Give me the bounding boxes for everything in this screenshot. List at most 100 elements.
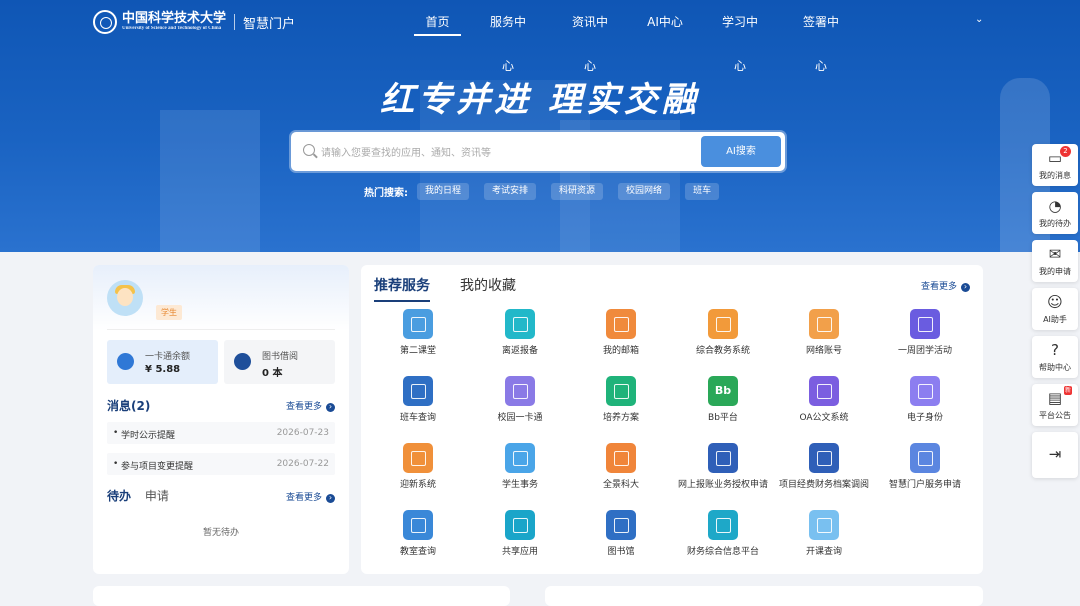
robot-icon: ☺ (1047, 293, 1063, 311)
service-icon (910, 309, 940, 339)
role-badge: 学生 (156, 305, 182, 320)
services-more-link[interactable]: 查看更多 (921, 279, 970, 292)
campus-card-balance[interactable]: 一卡通余额 ¥ 5.88 (107, 340, 218, 384)
service-item[interactable]: 项目经费财务档案调阅 (774, 443, 874, 491)
sidebar-ai-assistant[interactable]: ☺ AI助手 (1032, 288, 1078, 330)
help-icon: ? (1051, 341, 1059, 359)
service-item[interactable]: 培养方案 (571, 376, 671, 424)
service-item[interactable]: 学生事务 (470, 443, 570, 491)
book-icon (234, 353, 251, 370)
todo-more-link[interactable]: 查看更多 (286, 490, 335, 503)
service-item[interactable]: 网上报账业务授权申请 (673, 443, 773, 491)
service-item[interactable]: 图书馆 (571, 510, 671, 558)
menu-signing-center[interactable]: 签署中心 (798, 0, 844, 73)
service-item[interactable]: 网络账号 (774, 309, 874, 357)
message-date: 2026-07-22 (276, 459, 329, 469)
menu-service-center[interactable]: 服务中心 (485, 0, 531, 73)
service-name: 财务综合信息平台 (686, 547, 759, 557)
chat-icon: ▭ (1047, 149, 1063, 167)
hot-search-label: 热门搜索: (364, 188, 408, 199)
hot-search: 热门搜索: 我的日程 考试安排 科研资源 校园网络 班车 (364, 183, 734, 200)
message-title: 学时公示提醒 (113, 428, 175, 441)
menu-news-center[interactable]: 资讯中心 (567, 0, 613, 73)
service-name: 学生事务 (501, 480, 538, 490)
service-name: Bb平台 (708, 413, 738, 423)
service-name: 一周团学活动 (897, 346, 952, 356)
ai-search-button[interactable]: AI搜索 (701, 136, 781, 167)
building-silhouette (160, 110, 260, 252)
menu-ai-center[interactable]: AI中心 (647, 0, 683, 44)
service-item[interactable]: 财务综合信息平台 (673, 510, 773, 558)
service-name: 网络账号 (805, 346, 842, 356)
messages-more-link[interactable]: 查看更多 (286, 399, 335, 412)
collapse-icon: ⇥ (1048, 445, 1062, 463)
sidebar-announcements[interactable]: ▤ 新 平台公告 (1032, 384, 1078, 426)
service-name: 共享应用 (501, 547, 538, 557)
service-item[interactable]: 智慧门户服务申请 (875, 443, 975, 491)
service-item[interactable]: 综合教务系统 (673, 309, 773, 357)
service-item[interactable]: 共享应用 (470, 510, 570, 558)
service-item[interactable]: 班车查询 (368, 376, 468, 424)
service-icon (606, 443, 636, 473)
service-icon (403, 309, 433, 339)
service-item[interactable]: Bb Bb平台 (673, 376, 773, 424)
sidebar-help-center[interactable]: ? 帮助中心 (1032, 336, 1078, 378)
service-icon: Bb (708, 376, 738, 406)
library-borrow[interactable]: 图书借阅 0 本 (224, 340, 335, 384)
hot-tag[interactable]: 班车 (685, 183, 720, 200)
service-icon (910, 443, 940, 473)
service-item[interactable]: 全景科大 (571, 443, 671, 491)
service-item[interactable]: 开课查询 (774, 510, 874, 558)
service-icon (606, 309, 636, 339)
tab-todo[interactable]: 待办 (107, 489, 131, 503)
avatar[interactable] (107, 280, 143, 316)
search-bar: 请输入您要查找的应用、通知、资讯等 AI搜索 (291, 132, 785, 171)
sidebar-collapse-button[interactable]: ⇥ (1032, 432, 1078, 478)
message-title: 参与项目变更提醒 (113, 459, 193, 472)
service-item[interactable]: 离返报备 (470, 309, 570, 357)
hot-tag[interactable]: 科研资源 (551, 183, 604, 200)
service-name: 项目经费财务档案调阅 (778, 480, 869, 490)
service-icon (505, 309, 535, 339)
sidebar-my-messages[interactable]: ▭ 2 我的消息 (1032, 144, 1078, 186)
todo-icon: ◔ (1048, 197, 1062, 215)
service-item[interactable]: 电子身份 (875, 376, 975, 424)
chevron-down-icon[interactable]: ⌄ (975, 14, 983, 25)
service-icon (708, 443, 738, 473)
service-item[interactable]: 教室查询 (368, 510, 468, 558)
service-name: OA公文系统 (799, 413, 849, 423)
tab-favorites[interactable]: 我的收藏 (460, 275, 516, 295)
tab-recommended[interactable]: 推荐服务 (374, 275, 430, 302)
search-input[interactable]: 请输入您要查找的应用、通知、资讯等 (321, 144, 491, 159)
service-item[interactable]: 迎新系统 (368, 443, 468, 491)
sidebar-my-todo[interactable]: ◔ 我的待办 (1032, 192, 1078, 234)
university-name: 中国科学技术大学 University of Science and Techn… (122, 11, 227, 32)
service-item[interactable]: OA公文系统 (774, 376, 874, 424)
service-name: 离返报备 (501, 346, 538, 356)
menu-learning-center[interactable]: 学习中心 (717, 0, 763, 73)
service-item[interactable]: 第二课堂 (368, 309, 468, 357)
service-icon (708, 510, 738, 540)
service-item[interactable]: 我的邮箱 (571, 309, 671, 357)
message-count-badge: 2 (1060, 146, 1071, 157)
service-icon (809, 443, 839, 473)
hot-tag[interactable]: 校园网络 (618, 183, 671, 200)
hot-tag[interactable]: 考试安排 (484, 183, 537, 200)
logo[interactable]: 中国科学技术大学 University of Science and Techn… (93, 10, 295, 34)
service-item[interactable]: 校园一卡通 (470, 376, 570, 424)
main-menu: 首页 服务中心 资讯中心 AI中心 学习中心 签署中心 (414, 0, 844, 73)
menu-home[interactable]: 首页 (414, 0, 461, 36)
message-item[interactable]: 参与项目变更提醒 2026-07-22 (107, 453, 335, 475)
service-icon (708, 309, 738, 339)
sidebar-my-apply[interactable]: ✉ 我的申请 (1032, 240, 1078, 282)
hot-tag[interactable]: 我的日程 (417, 183, 470, 200)
service-icon (809, 376, 839, 406)
service-name: 迎新系统 (399, 480, 436, 490)
message-item[interactable]: 学时公示提醒 2026-07-23 (107, 422, 335, 444)
new-badge: 新 (1064, 386, 1073, 395)
service-item[interactable]: 一周团学活动 (875, 309, 975, 357)
divider (234, 14, 236, 30)
tab-apply[interactable]: 申请 (145, 489, 169, 503)
apply-icon: ✉ (1048, 245, 1062, 263)
slogan: 红专并进 理实交融 (380, 80, 700, 120)
